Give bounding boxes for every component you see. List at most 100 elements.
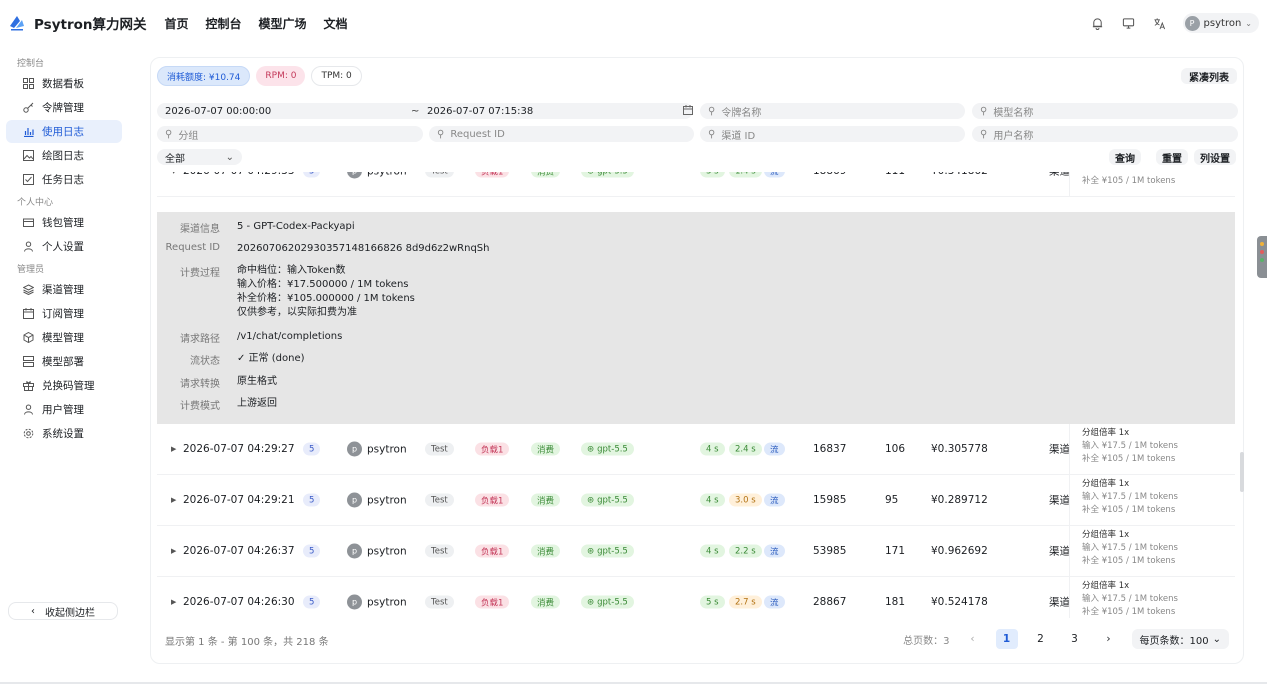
- caret-right-icon[interactable]: ▶: [171, 445, 176, 453]
- detail-key: 渠道信息: [180, 224, 220, 235]
- table-row[interactable]: ▶ 2026-07-07 04:29:27 5 p psytron Test 负…: [157, 424, 1235, 475]
- dashboard-icon: [22, 78, 34, 90]
- page-button[interactable]: 2: [1030, 629, 1052, 649]
- log-time: 2026-07-07 04:26:37: [183, 545, 295, 557]
- input-price: 输入 ¥17.5 / 1M tokens: [1082, 492, 1178, 502]
- next-page-icon[interactable]: ›: [1098, 629, 1120, 649]
- table-row[interactable]: ▶ 2026-07-07 04:26:30 5 p psytron Test 负…: [157, 577, 1235, 618]
- type-badge: 消费: [531, 442, 561, 456]
- sidebar-item[interactable]: 订阅管理: [6, 302, 122, 325]
- request-id-input[interactable]: ⚲ Request ID: [429, 126, 694, 142]
- model-badge[interactable]: ⊛gpt-5.5: [581, 172, 634, 178]
- date-range-picker[interactable]: 2026-07-07 00:00:00 ~ 2026-07-07 07:15:3…: [157, 103, 693, 119]
- sidebar-item[interactable]: 模型部署: [6, 350, 122, 373]
- user-menu[interactable]: P psytron ⌄: [1182, 13, 1259, 33]
- expanded-row-detail: 渠道信息 5 - GPT-Codex-Packyapi Request ID 2…: [157, 212, 1235, 424]
- chevron-down-icon: ⌄: [1212, 633, 1221, 645]
- sidebar-item[interactable]: 使用日志: [6, 120, 122, 143]
- rpm-badge: RPM: 0: [256, 66, 306, 86]
- detail-value: 原生格式: [237, 375, 277, 389]
- group-ratio: 分组倍率 1x: [1082, 530, 1130, 540]
- caret-right-icon[interactable]: ▶: [171, 496, 176, 504]
- compact-list-button[interactable]: 紧凑列表: [1181, 68, 1237, 84]
- table-row[interactable]: ▶ 2026-07-07 04:29:21 5 p psytron Test 负…: [157, 475, 1235, 526]
- translate-icon[interactable]: [1152, 15, 1168, 31]
- sidebar-item[interactable]: 兑换码管理: [6, 374, 122, 397]
- sidebar-item[interactable]: 用户管理: [6, 398, 122, 421]
- logo[interactable]: Psytron算力网关: [8, 13, 147, 33]
- sidebar-item-label: 模型管理: [42, 332, 84, 344]
- user-icon: [22, 241, 34, 253]
- group-input[interactable]: ⚲ 分组: [157, 126, 423, 142]
- use-time-badge: 4 s: [700, 442, 725, 456]
- stream-badge: 流: [764, 493, 785, 507]
- cost: ¥0.289712: [931, 494, 988, 506]
- ratio-info: 分组倍率 1x 输入 ¥17.5 / 1M tokens 补全 ¥105 / 1…: [1069, 577, 1235, 618]
- bell-icon[interactable]: [1090, 15, 1106, 31]
- ratio-info: 分组倍率 1x 输入 ¥17.5 / 1M tokens 补全 ¥105 / 1…: [1069, 475, 1235, 525]
- model-icon: ⊛: [587, 546, 595, 556]
- group-badge: 负载1: [475, 595, 510, 609]
- detail-value-line: 5 - GPT-Codex-Packyapi: [237, 221, 355, 232]
- nav-model-square[interactable]: 模型广场: [259, 15, 307, 32]
- sidebar-item[interactable]: 令牌管理: [6, 96, 122, 119]
- nav-console[interactable]: 控制台: [206, 15, 242, 32]
- prompt-tokens: 15985: [813, 494, 847, 506]
- sidebar-item[interactable]: 模型管理: [6, 326, 122, 349]
- sidebar-item[interactable]: 任务日志: [6, 168, 122, 191]
- page-button[interactable]: 3: [1064, 629, 1086, 649]
- sidebar-item[interactable]: 绘图日志: [6, 144, 122, 167]
- sidebar-item-label: 令牌管理: [42, 102, 84, 114]
- model-badge[interactable]: ⊛gpt-5.5: [581, 595, 634, 609]
- sidebar-item[interactable]: 钱包管理: [6, 211, 122, 234]
- query-button[interactable]: 查询: [1109, 149, 1141, 165]
- nav-home[interactable]: 首页: [165, 15, 189, 32]
- sidebar-item[interactable]: 数据看板: [6, 72, 122, 95]
- reset-button[interactable]: 重置: [1156, 149, 1188, 165]
- sidebar-item[interactable]: 个人设置: [6, 235, 122, 258]
- stream-badge: 流: [764, 595, 785, 609]
- prompt-tokens: 16837: [813, 443, 847, 455]
- monitor-icon[interactable]: [1121, 15, 1137, 31]
- sidebar-item[interactable]: 系统设置: [6, 422, 122, 445]
- input-price: 输入 ¥17.5 / 1M tokens: [1082, 441, 1178, 451]
- log-type-select[interactable]: 全部 ⌄: [157, 149, 242, 165]
- prev-page-icon[interactable]: ‹: [962, 629, 984, 649]
- sidebar-section-title: 管理员: [17, 265, 45, 275]
- caret-down-icon[interactable]: ▼: [171, 172, 176, 175]
- page-size-select[interactable]: 每页条数：100 ⌄: [1131, 629, 1229, 649]
- pagination-summary: 显示第 1 条 - 第 100 条，共 218 条: [165, 637, 329, 648]
- group-placeholder: 分组: [178, 130, 199, 142]
- table-scrollbar[interactable]: [1240, 452, 1244, 492]
- completion-price: 补全 ¥105 / 1M tokens: [1082, 176, 1176, 186]
- quota-badge: 消耗额度: ¥10.74: [157, 66, 251, 86]
- page-button[interactable]: 1: [995, 629, 1018, 649]
- model-badge[interactable]: ⊛gpt-5.5: [581, 442, 634, 456]
- log-time: 2026-07-07 04:26:30: [183, 596, 295, 608]
- floating-widget[interactable]: [1257, 236, 1267, 278]
- caret-right-icon[interactable]: ▶: [171, 547, 176, 555]
- nav-docs[interactable]: 文档: [324, 15, 348, 32]
- table-row[interactable]: ▶ 2026-07-07 04:26:37 5 p psytron Test 负…: [157, 526, 1235, 577]
- sidebar: 控制台 数据看板 令牌管理 使用日志 绘图日志 任务日志 个人中心 钱包管理 个: [0, 56, 130, 684]
- collapse-sidebar-button[interactable]: ‹ 收起侧边栏: [8, 602, 118, 620]
- group-badge: 负载1: [475, 172, 510, 178]
- use-time-badge: 5 s: [700, 595, 725, 609]
- model-badge[interactable]: ⊛gpt-5.5: [581, 493, 634, 507]
- user-cell: p psytron: [347, 543, 407, 559]
- avatar: P: [1184, 15, 1200, 31]
- model-name-input[interactable]: ⚲ 模型名称: [972, 103, 1238, 119]
- channel-id-input[interactable]: ⚲ 渠道 ID: [700, 126, 965, 142]
- table-row[interactable]: ▼ 2026-07-07 04:29:33 5 p psytron Test 负…: [157, 172, 1235, 197]
- sidebar-item[interactable]: 渠道管理: [6, 278, 122, 301]
- user-icon: [22, 404, 34, 416]
- column-settings-button[interactable]: 列设置: [1194, 149, 1236, 165]
- first-token-badge: 2.7 s: [729, 595, 762, 609]
- detail-value-line: 20260706202930357148166826 8d9d6z2wRnqSh: [237, 243, 490, 254]
- username-input[interactable]: ⚲ 用户名称: [972, 126, 1238, 142]
- model-icon: ⊛: [587, 495, 595, 505]
- caret-right-icon[interactable]: ▶: [171, 598, 176, 606]
- model-badge[interactable]: ⊛gpt-5.5: [581, 544, 634, 558]
- use-time-badge: 4 s: [700, 544, 725, 558]
- token-name-input[interactable]: ⚲ 令牌名称: [700, 103, 965, 119]
